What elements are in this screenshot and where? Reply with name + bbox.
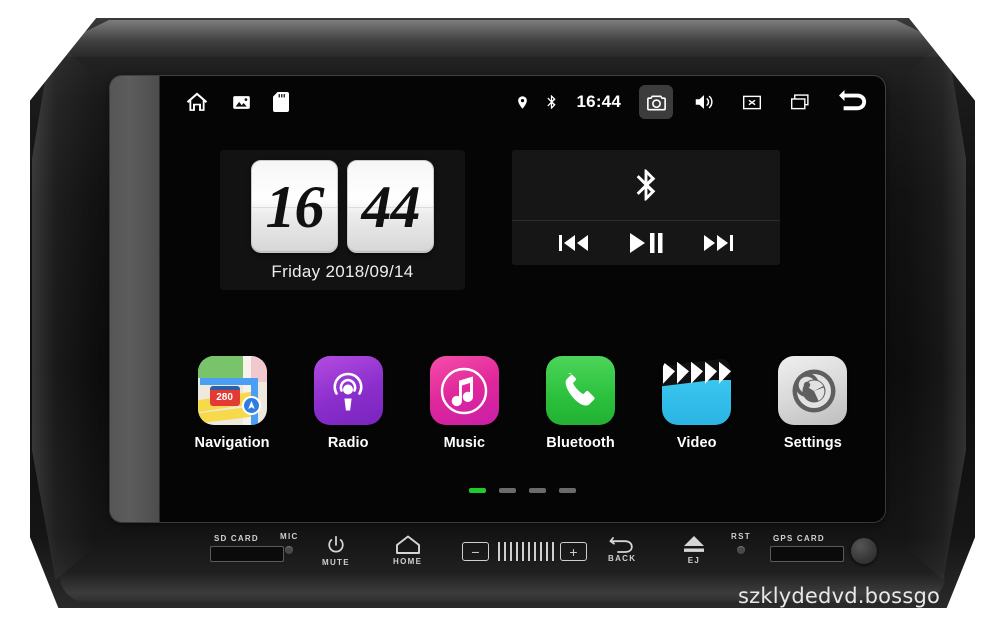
app-label-radio: Radio — [327, 435, 369, 451]
bezel-side-strip — [110, 76, 160, 522]
app-label-navigation: Navigation — [194, 435, 270, 451]
power-icon — [328, 535, 344, 553]
eject-label: EJ — [687, 556, 701, 565]
clock-hours: 16 — [265, 173, 325, 240]
volume-up-button[interactable]: + — [560, 542, 587, 561]
app-grid: 280 Navigation Radio Music Bluetooth Vid… — [160, 356, 885, 476]
eject-icon — [684, 536, 704, 552]
clock-hours-tile: 16 — [251, 160, 338, 253]
podcast-icon — [313, 356, 383, 425]
touchscreen[interactable]: 16:44 16 44 Friday 2018/09/14 280 Naviga… — [160, 76, 885, 522]
app-music[interactable]: Music — [412, 356, 516, 451]
volume-icon[interactable] — [687, 85, 721, 119]
rotary-knob[interactable] — [851, 538, 877, 564]
volume-up-glyph: + — [569, 543, 578, 560]
app-label-video: Video — [676, 435, 717, 451]
clock-minutes-tile: 44 — [347, 160, 434, 253]
flip-clock: 16 44 — [251, 160, 434, 253]
app-label-music: Music — [443, 435, 486, 451]
volume-down-button[interactable]: − — [462, 542, 489, 561]
gps-card-label: GPS CARD — [773, 534, 825, 543]
prev-track-button[interactable] — [557, 233, 591, 253]
app-label-bluetooth: Bluetooth — [546, 435, 615, 451]
page-indicator — [160, 488, 885, 493]
back-label: BACK — [608, 554, 637, 563]
maps-icon: 280 — [197, 356, 267, 425]
clapperboard-icon — [662, 356, 732, 425]
app-settings[interactable]: Settings — [761, 356, 865, 451]
sd-card-slot[interactable] — [210, 546, 284, 562]
reset-button[interactable]: RST — [731, 532, 751, 554]
app-navigation[interactable]: 280 Navigation — [180, 356, 284, 451]
display-bezel: 16:44 16 44 Friday 2018/09/14 280 Naviga… — [110, 76, 885, 522]
reset-hole-icon — [736, 546, 745, 554]
media-source-bluetooth-icon — [512, 150, 780, 220]
status-time: 16:44 — [576, 92, 621, 111]
mic: MIC — [280, 532, 299, 554]
screenshot-root: 16:44 16 44 Friday 2018/09/14 280 Naviga… — [0, 0, 1000, 622]
recents-icon[interactable] — [783, 85, 817, 119]
music-note-icon — [429, 356, 499, 425]
page-dot-3[interactable] — [529, 488, 546, 493]
media-controls — [512, 220, 780, 265]
page-dot-2[interactable] — [499, 488, 516, 493]
sd-card-label: SD CARD — [214, 534, 259, 543]
back-arrow-outline-icon — [609, 537, 633, 553]
camera-icon[interactable] — [639, 85, 673, 119]
next-track-button[interactable] — [701, 233, 735, 253]
page-dot-1[interactable] — [469, 488, 486, 493]
app-bluetooth[interactable]: Bluetooth — [529, 356, 633, 451]
gears-icon — [778, 356, 848, 425]
app-video[interactable]: Video — [645, 356, 749, 451]
status-bar: 16:44 — [160, 76, 885, 128]
mute-button[interactable]: MUTE — [322, 534, 350, 567]
mic-label: MIC — [280, 532, 299, 541]
volume-down-glyph: − — [471, 543, 480, 560]
watermark: szklydedvd.bossgo — [738, 584, 941, 608]
reset-label: RST — [731, 532, 751, 541]
back-button[interactable]: BACK — [608, 536, 636, 563]
sdcard-icon[interactable] — [273, 92, 289, 112]
home-label: HOME — [393, 557, 423, 566]
mute-label: MUTE — [322, 558, 350, 567]
play-pause-button[interactable] — [628, 231, 664, 255]
home-icon[interactable] — [184, 89, 210, 115]
app-label-settings: Settings — [783, 435, 842, 451]
bluetooth-media-widget[interactable] — [512, 150, 780, 265]
clock-date: Friday 2018/09/14 — [271, 262, 414, 281]
bluetooth-icon — [544, 92, 559, 112]
clock-minutes: 44 — [361, 173, 421, 240]
back-arrow-icon[interactable] — [831, 85, 873, 119]
hardware-control-bar: SD CARD MIC MUTE HOME − + BACK EJ RST GP… — [110, 524, 885, 584]
clock-widget[interactable]: 16 44 Friday 2018/09/14 — [220, 150, 465, 290]
location-pin-icon — [515, 93, 530, 112]
close-box-icon[interactable] — [735, 85, 769, 119]
route-shield-number: 280 — [216, 392, 233, 403]
speaker-grille — [498, 542, 554, 561]
gallery-icon[interactable] — [232, 93, 251, 112]
home-outline-icon — [395, 535, 420, 554]
home-button[interactable]: HOME — [393, 534, 422, 566]
mic-hole-icon — [285, 546, 294, 554]
widget-row: 16 44 Friday 2018/09/14 — [160, 128, 885, 323]
phone-icon — [546, 356, 616, 425]
app-radio[interactable]: Radio — [296, 356, 400, 451]
gps-card-slot[interactable] — [770, 546, 844, 562]
page-dot-4[interactable] — [559, 488, 576, 493]
eject-button[interactable]: EJ — [682, 535, 706, 565]
